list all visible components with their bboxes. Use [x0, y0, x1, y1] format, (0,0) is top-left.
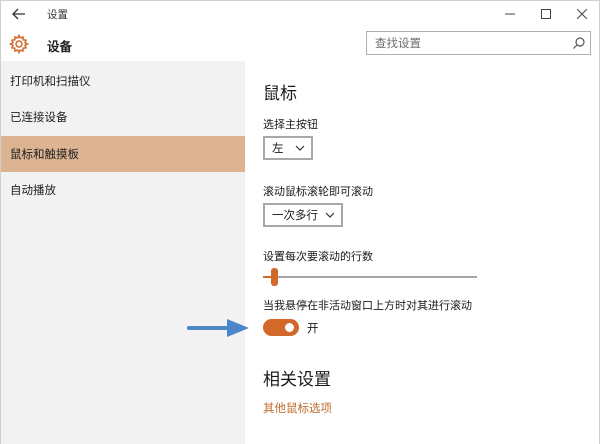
page-title: 设备: [47, 39, 73, 54]
search-icon[interactable]: [572, 36, 586, 50]
window-title: 设置: [47, 9, 68, 21]
primary-button-select[interactable]: 左: [263, 136, 313, 160]
sidebar-item-printers[interactable]: 打印机和扫描仪: [1, 63, 245, 99]
minimize-icon: [505, 13, 515, 15]
maximize-button[interactable]: [531, 3, 561, 25]
maximize-icon: [541, 9, 551, 19]
lines-slider-thumb[interactable]: [270, 268, 278, 286]
toggle-state-label: 开: [307, 321, 319, 335]
wheel-scroll-label: 滚动鼠标滚轮即可滚动: [263, 185, 373, 198]
back-button[interactable]: [7, 3, 31, 25]
wheel-scroll-select[interactable]: 一次多行: [263, 203, 343, 227]
toggle-knob: [285, 323, 294, 332]
wheel-scroll-value: 一次多行: [272, 208, 318, 222]
annotation-arrow-icon: [187, 319, 249, 337]
lines-slider-track[interactable]: [263, 276, 477, 278]
close-icon: [577, 9, 587, 19]
page-header: 设备: [1, 27, 599, 61]
close-button[interactable]: [567, 3, 597, 25]
inactive-scroll-toggle[interactable]: [263, 319, 299, 336]
section-heading-related: 相关设置: [263, 370, 331, 390]
search-box[interactable]: [366, 31, 591, 55]
minimize-button[interactable]: [495, 3, 525, 25]
sidebar-item-label: 已连接设备: [10, 110, 68, 124]
back-arrow-icon: [12, 8, 25, 20]
sidebar-item-label: 鼠标和触摸板: [10, 147, 79, 161]
additional-mouse-options-link[interactable]: 其他鼠标选项: [263, 400, 332, 416]
settings-window: 设置 设备 打印机和扫描仪: [0, 0, 600, 444]
title-bar: 设置: [1, 1, 599, 27]
primary-button-label: 选择主按钮: [263, 118, 318, 131]
sidebar-item-autoplay[interactable]: 自动播放: [1, 172, 245, 208]
section-heading-mouse: 鼠标: [263, 84, 297, 104]
gear-icon: [9, 34, 29, 54]
chevron-down-icon: [325, 212, 335, 218]
inactive-scroll-label: 当我悬停在非活动窗口上方时对其进行滚动: [263, 299, 472, 312]
main-content: 鼠标 选择主按钮 左 滚动鼠标滚轮即可滚动 一次多行 设置每次要滚动的行数 当我…: [245, 61, 599, 444]
lines-to-scroll-label: 设置每次要滚动的行数: [263, 250, 373, 263]
sidebar-item-label: 打印机和扫描仪: [10, 74, 91, 88]
sidebar-item-label: 自动播放: [10, 183, 56, 197]
chevron-down-icon: [295, 145, 305, 151]
sidebar-item-mouse-touchpad[interactable]: 鼠标和触摸板: [1, 136, 245, 172]
primary-button-value: 左: [272, 141, 284, 155]
sidebar-item-connected-devices[interactable]: 已连接设备: [1, 99, 245, 135]
search-input[interactable]: [367, 32, 567, 54]
sidebar: 打印机和扫描仪 已连接设备 鼠标和触摸板 自动播放: [1, 61, 245, 444]
